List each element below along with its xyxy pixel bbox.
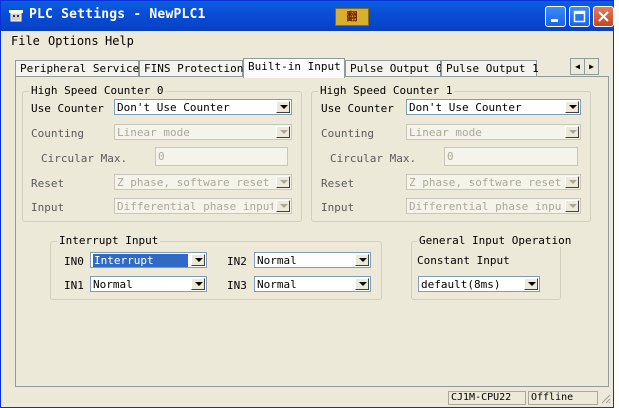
- minimize-button[interactable]: [545, 6, 566, 27]
- tab-scroll-right-icon[interactable]: ▶: [584, 58, 599, 75]
- hsc1-input-label: Input: [321, 201, 355, 214]
- chevron-down-icon[interactable]: [524, 278, 538, 290]
- hsc1-circular-max-label: Circular Max.: [330, 152, 417, 165]
- plc-settings-window: PLC Settings - NewPLC1 翻 File Options He…: [0, 0, 614, 408]
- chevron-down-icon[interactable]: [355, 254, 369, 266]
- menu-options[interactable]: Options: [48, 34, 99, 48]
- hsc0-counting-label: Counting: [31, 127, 84, 140]
- chevron-down-icon[interactable]: [276, 200, 290, 212]
- plc-app-icon: [9, 10, 23, 22]
- hsc1-input-select[interactable]: Differential phase input: [406, 198, 581, 214]
- hsc0-title: High Speed Counter 0: [29, 84, 166, 97]
- hsc1-use-counter-select[interactable]: Don't Use Counter: [406, 99, 581, 115]
- hsc1-reset-label: Reset: [321, 177, 355, 190]
- maximize-button[interactable]: [569, 6, 590, 27]
- window-title: PLC Settings - NewPLC1: [29, 7, 206, 22]
- constant-input-label: Constant Input: [417, 254, 510, 267]
- menu-help[interactable]: Help: [105, 34, 134, 48]
- general-input-title: General Input Operation: [417, 234, 574, 247]
- in2-select[interactable]: Normal: [254, 252, 371, 268]
- chevron-down-icon[interactable]: [191, 278, 205, 290]
- menu-file[interactable]: File: [11, 34, 40, 48]
- tab-pulse-output-1[interactable]: Pulse Output 1: [441, 60, 539, 76]
- tab-fins-protection[interactable]: FINS Protection: [139, 60, 243, 76]
- ime-indicator-icon[interactable]: 翻: [335, 8, 369, 26]
- hsc0-use-counter-label: Use Counter: [31, 102, 104, 115]
- hsc0-circular-max-input[interactable]: 0: [155, 147, 288, 166]
- in2-label: IN2: [227, 255, 247, 268]
- title-bar[interactable]: PLC Settings - NewPLC1 翻: [1, 1, 614, 31]
- tab-strip: Peripheral Service FINS Protection Built…: [15, 58, 611, 78]
- hsc0-input-label: Input: [31, 201, 65, 214]
- status-connection: Offline: [528, 391, 598, 405]
- hsc0-counting-select[interactable]: Linear mode: [114, 124, 292, 140]
- built-in-input-page: High Speed Counter 0 Use Counter Don't U…: [15, 76, 609, 387]
- chevron-down-icon[interactable]: [191, 254, 205, 266]
- hsc0-use-counter-select[interactable]: Don't Use Counter: [114, 99, 292, 115]
- hsc0-reset-select[interactable]: Z phase, software reset: [114, 174, 292, 190]
- chevron-down-icon[interactable]: [276, 101, 290, 113]
- chevron-down-icon[interactable]: [565, 101, 579, 113]
- hsc0-circular-max-label: Circular Max.: [41, 152, 128, 165]
- constant-input-select[interactable]: default(8ms): [418, 276, 540, 292]
- interrupt-input-title: Interrupt Input: [57, 234, 161, 247]
- in0-label: IN0: [64, 255, 84, 268]
- in3-label: IN3: [227, 279, 247, 292]
- tab-built-in-input[interactable]: Built-in Input: [243, 58, 345, 78]
- hsc1-circular-max-input[interactable]: 0: [444, 147, 578, 166]
- hsc1-title: High Speed Counter 1: [318, 84, 455, 97]
- maximize-icon: [573, 10, 586, 23]
- minimize-icon: [551, 19, 558, 22]
- hsc1-counting-label: Counting: [321, 127, 374, 140]
- hsc1-use-counter-label: Use Counter: [321, 102, 394, 115]
- hsc1-reset-select[interactable]: Z phase, software reset: [406, 174, 581, 190]
- chevron-down-icon[interactable]: [355, 278, 369, 290]
- hsc1-counting-select[interactable]: Linear mode: [406, 124, 581, 140]
- chevron-down-icon[interactable]: [565, 200, 579, 212]
- in1-select[interactable]: Normal: [90, 276, 207, 292]
- in1-label: IN1: [64, 279, 84, 292]
- tab-peripheral-service[interactable]: Peripheral Service: [15, 60, 139, 76]
- resize-grip-icon[interactable]: [599, 392, 611, 404]
- in0-select[interactable]: Interrupt: [90, 252, 207, 268]
- status-bar: CJ1M-CPU22 Offline: [1, 389, 613, 407]
- hsc0-reset-label: Reset: [31, 177, 65, 190]
- hsc0-input-select[interactable]: Differential phase input: [114, 198, 292, 214]
- chevron-down-icon[interactable]: [565, 126, 579, 138]
- chevron-down-icon[interactable]: [565, 176, 579, 188]
- tab-pulse-output-0[interactable]: Pulse Output 0: [345, 60, 443, 76]
- status-model: CJ1M-CPU22: [448, 391, 526, 405]
- menu-bar: File Options Help: [1, 31, 613, 51]
- chevron-down-icon[interactable]: [276, 126, 290, 138]
- tab-scroll-left-icon[interactable]: ◀: [570, 58, 585, 75]
- chevron-down-icon[interactable]: [276, 176, 290, 188]
- in3-select[interactable]: Normal: [254, 276, 371, 292]
- close-button[interactable]: [593, 6, 614, 27]
- close-icon: [598, 11, 609, 22]
